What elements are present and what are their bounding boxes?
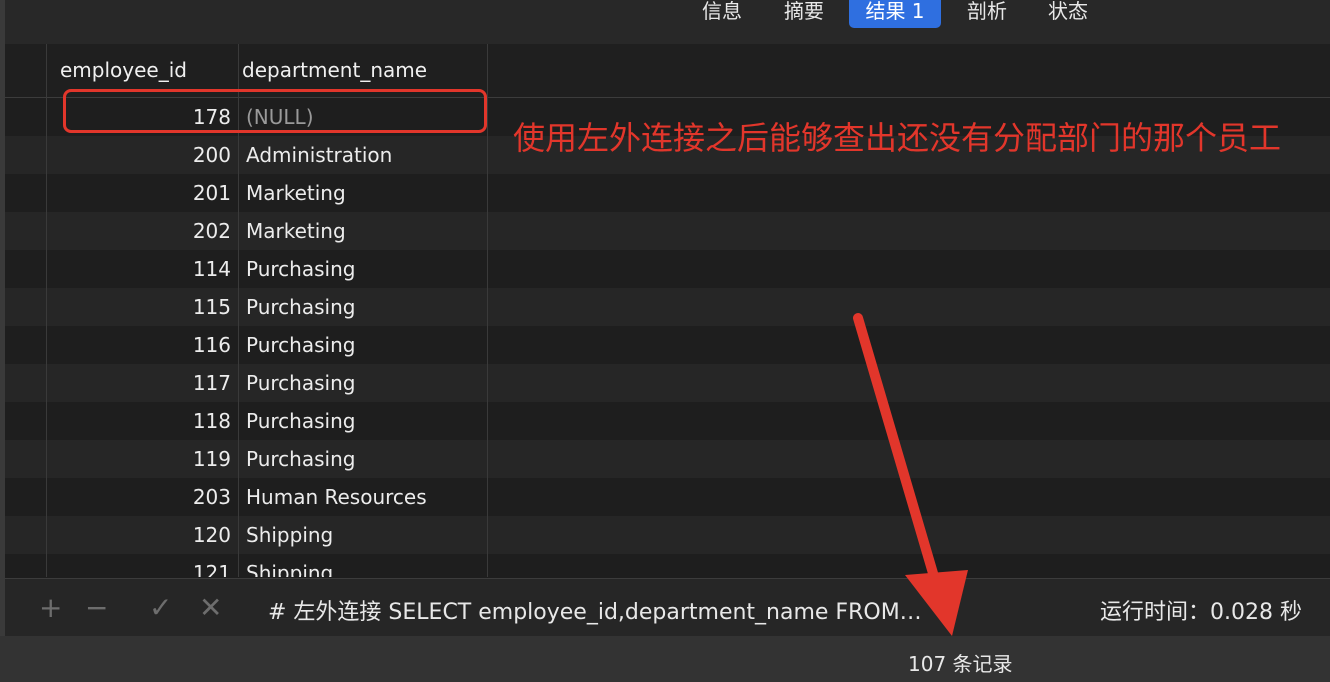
arrow-annotation [853,313,968,636]
